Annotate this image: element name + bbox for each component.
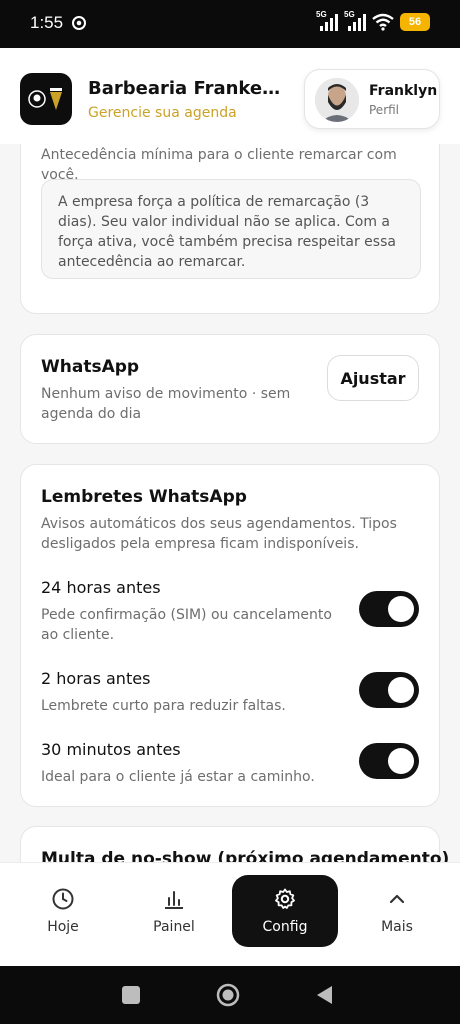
chevron-up-icon (389, 894, 405, 904)
reminder-2h-title: 2 horas antes (41, 669, 151, 688)
business-subtitle: Gerencie sua agenda (88, 105, 237, 121)
nav-config[interactable]: Config (232, 875, 338, 947)
business-logo[interactable] (20, 73, 72, 125)
reschedule-notice: A empresa força a política de remarcação… (41, 179, 421, 279)
bottom-navigation: Hoje Painel Config Mais (0, 862, 460, 966)
reminder-30m-title: 30 minutos antes (41, 740, 181, 759)
reminders-description: Avisos automáticos dos seus agendamentos… (41, 516, 397, 552)
battery-indicator: 56 (400, 13, 430, 31)
avatar (315, 78, 359, 122)
system-navigation-bar (0, 966, 460, 1024)
reminder-2h-description: Lembrete curto para reduzir faltas. (41, 698, 286, 714)
whatsapp-description: Nenhum aviso de movimento · sem agenda d… (41, 386, 291, 422)
reminder-24h-description: Pede confirmação (SIM) ou cancelamento a… (41, 607, 332, 643)
recents-button[interactable] (122, 986, 140, 1004)
nav-label-painel: Painel (153, 919, 195, 935)
reminder-24h-title: 24 horas antes (41, 578, 161, 597)
nav-mais[interactable]: Mais (352, 875, 442, 947)
app-header: Barbearia Frankens... Gerencie sua agend… (0, 48, 460, 144)
whatsapp-card: WhatsApp Nenhum aviso de movimento · sem… (20, 334, 440, 444)
chrome-icon (72, 16, 86, 30)
nav-label-config: Config (262, 919, 308, 935)
adjust-button[interactable]: Ajustar (327, 355, 419, 401)
reminder-30m-toggle[interactable] (359, 743, 419, 779)
reminder-24h-toggle[interactable] (359, 591, 419, 627)
reminder-2h-toggle[interactable] (359, 672, 419, 708)
signal-icon-2: 5G (344, 10, 366, 32)
business-name: Barbearia Frankens... (88, 78, 288, 99)
nav-painel[interactable]: Painel (129, 875, 219, 947)
noshow-title: Multa de no-show (próximo agendamento) (41, 849, 450, 862)
noshow-fee-card: Multa de no-show (próximo agendamento) (20, 826, 449, 862)
nav-label-mais: Mais (381, 919, 413, 935)
reschedule-policy-card: Antecedência mínima para o cliente remar… (20, 144, 440, 314)
gear-icon (275, 888, 295, 909)
nav-label-hoje: Hoje (47, 919, 79, 935)
profile-button[interactable]: Franklyn Perfil (304, 69, 440, 129)
bar-chart-icon (165, 891, 183, 909)
reminder-30m-description: Ideal para o cliente já estar a caminho. (41, 769, 315, 785)
status-bar: 1:55 5G 5G 56 (0, 0, 460, 48)
wifi-icon (372, 13, 394, 31)
status-time: 1:55 (30, 13, 64, 32)
whatsapp-reminders-card: Lembretes WhatsApp Avisos automáticos do… (20, 464, 440, 807)
clock-icon (52, 888, 74, 910)
nav-hoje[interactable]: Hoje (18, 875, 108, 947)
profile-label: Perfil (369, 103, 400, 117)
profile-name: Franklyn (369, 83, 438, 99)
home-button-icon[interactable] (216, 983, 240, 1007)
reminders-title: Lembretes WhatsApp (41, 487, 247, 507)
whatsapp-title: WhatsApp (41, 357, 140, 377)
signal-icon-1: 5G (316, 10, 338, 32)
settings-content[interactable]: Antecedência mínima para o cliente remar… (0, 144, 460, 862)
back-button-icon[interactable] (316, 985, 334, 1005)
